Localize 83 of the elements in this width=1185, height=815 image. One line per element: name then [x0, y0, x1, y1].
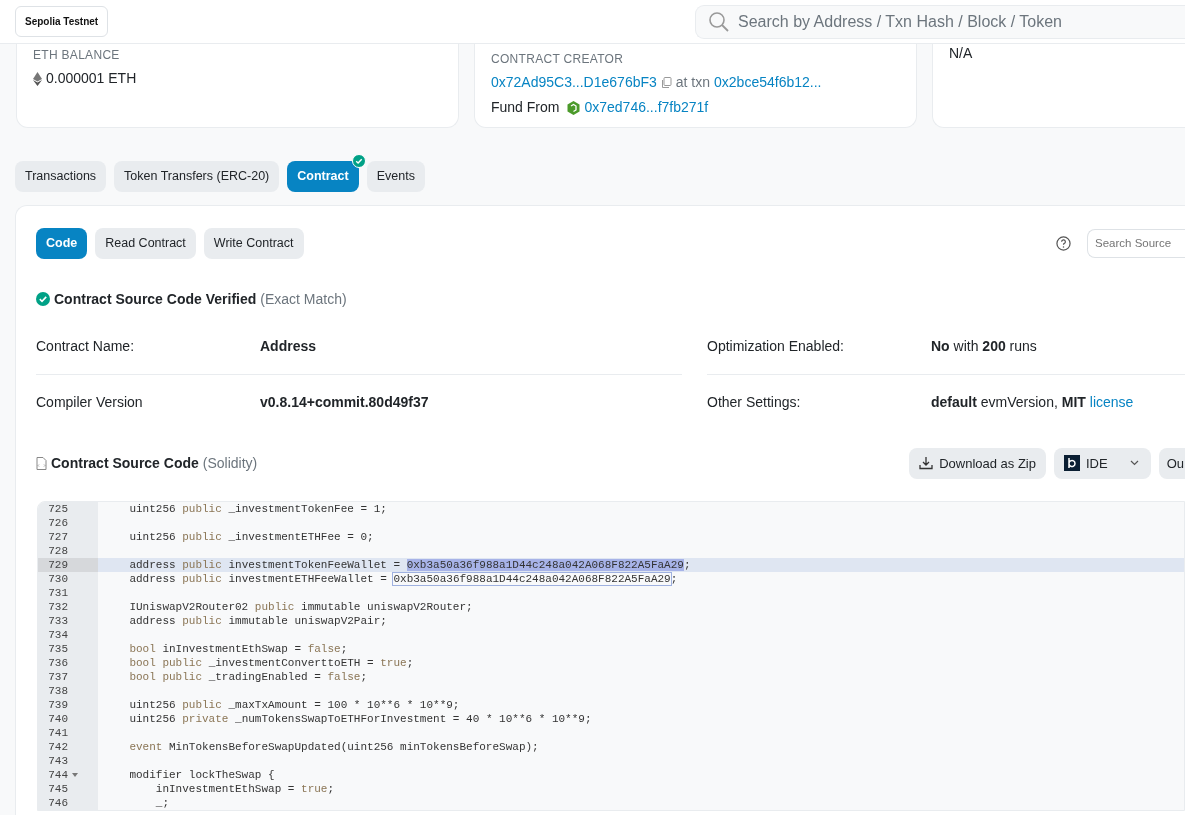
tab[interactable]: Contract	[287, 161, 359, 192]
line-number: 727	[38, 530, 98, 544]
line-number: 732	[38, 600, 98, 614]
search-bar[interactable]: Search by Address / Txn Hash / Block / Token	[695, 4, 1185, 39]
card-value: N/A	[949, 46, 974, 60]
sub-tab[interactable]: Read Contract	[95, 227, 196, 259]
detail-label: Other Settings:	[707, 392, 802, 412]
search-icon	[708, 10, 730, 33]
logo-icon	[1064, 455, 1080, 472]
line-number: 738	[38, 684, 98, 698]
line-number: 737	[38, 670, 98, 684]
detail-value: Address	[260, 337, 317, 356]
line-number: 733	[38, 614, 98, 628]
detail-label: Contract Name:	[36, 337, 136, 356]
license-link[interactable]: license	[1089, 391, 1134, 413]
code-line: uint256 public _investmentETHFee = 0;	[128, 530, 375, 544]
ethereum-icon	[33, 71, 42, 86]
card-label: CONTRACT CREATOR	[491, 51, 625, 68]
address-link[interactable]: 0x72Ad95C3...D1e676bF3	[491, 72, 657, 93]
detail-value: v0.8.14+commit.80d49f37	[260, 392, 429, 412]
line-number: 742	[38, 740, 98, 754]
code-line: uint256 public _maxTxAmount = 100 * 10**6 * 10**9;	[128, 698, 461, 712]
line-number: 730	[38, 572, 98, 586]
line-number: 725	[38, 502, 98, 516]
line-number: 736	[38, 656, 98, 670]
code-line: address public immutable uniswapV2Pair;	[128, 614, 388, 628]
language-note: (Solidity)	[202, 453, 258, 473]
line-number: 740	[38, 712, 98, 726]
code-line: address public investmentETHFeeWallet = 0xb3a50a36f988a1D44c248a042A068F822A5FaA29;	[128, 572, 679, 586]
code-line: bool public _tradingEnabled = false;	[128, 670, 369, 684]
sub-tab[interactable]: Write Contract	[203, 227, 304, 259]
address-link[interactable]: 0x7ed746...f7fb271f	[584, 97, 709, 118]
line-number: 731	[38, 586, 98, 600]
search-input[interactable]: Search by Address / Txn Hash / Block / Token	[736, 8, 1185, 35]
detail-label: Compiler Version	[36, 392, 144, 412]
download-button[interactable]: Download as Zip	[909, 447, 1046, 479]
help-icon[interactable]	[1056, 235, 1071, 251]
sub-tab[interactable]: Code	[36, 227, 88, 259]
line-number: 726	[38, 516, 98, 530]
verified-title: Contract Source Code Verified	[54, 289, 257, 309]
txn-label: at txn	[675, 73, 711, 92]
tab[interactable]: Events	[366, 161, 425, 192]
line-number: 728	[38, 544, 98, 558]
code-line: bool public _investmentConverttoETH = true;	[128, 656, 415, 670]
detail-label: Optimization Enabled:	[707, 337, 845, 356]
code-line: bool inInvestmentEthSwap = false;	[128, 642, 349, 656]
code-line: event MinTokensBeforeSwapUpdated(uint256 minTokensBeforeSwap);	[128, 740, 540, 754]
caret-icon	[1129, 460, 1139, 467]
fold-caret-icon[interactable]	[72, 773, 78, 777]
line-number: 734	[38, 628, 98, 642]
check-circle-icon	[36, 292, 50, 306]
tab[interactable]: Token Transfers (ERC-20)	[114, 161, 280, 192]
fund-label: Fund From	[491, 98, 560, 117]
line-number: 746	[38, 796, 98, 810]
download-icon	[919, 456, 934, 471]
section-title: Contract Source Code	[51, 453, 199, 473]
code-line: _;	[154, 796, 170, 810]
card-label: ETH BALANCE	[33, 47, 121, 64]
hexagon-icon	[567, 100, 581, 115]
txn-link[interactable]: 0x2bce54f6b12...	[714, 72, 822, 93]
button[interactable]: Ou	[1158, 447, 1185, 479]
line-number: 729	[38, 558, 98, 572]
file-icon	[36, 456, 47, 470]
code-line: uint256 private _numTokensSwapToETHForInvestment = 40 * 10**6 * 10**9;	[128, 712, 593, 726]
line-number: 744	[38, 768, 98, 782]
code-line: modifier lockTheSwap {	[128, 768, 276, 782]
line-number: 735	[38, 642, 98, 656]
network-button[interactable]: Sepolia Testnet	[15, 6, 109, 37]
detail-value: default evmVersion, MIT	[931, 392, 1086, 412]
ide-button[interactable]: IDE	[1054, 447, 1151, 479]
detail-value: No with 200 runs	[931, 337, 1037, 356]
balance-value: 0.000001 ETH	[46, 69, 137, 88]
line-number: 745	[38, 782, 98, 796]
tab[interactable]: Transactions	[15, 161, 107, 192]
code-line: uint256 public _investmentTokenFee = 1;	[128, 502, 388, 516]
search-source-field[interactable]: Search Source	[1087, 228, 1185, 258]
line-number: 741	[38, 726, 98, 740]
match-note: (Exact Match)	[260, 289, 347, 309]
line-number: 739	[38, 698, 98, 712]
code-line: IUniswapV2Router02 public immutable uniswapV2Router;	[128, 600, 474, 614]
code-line: inInvestmentEthSwap = true;	[154, 782, 336, 796]
copy-icon[interactable]	[660, 76, 672, 89]
line-number: 743	[38, 754, 98, 768]
